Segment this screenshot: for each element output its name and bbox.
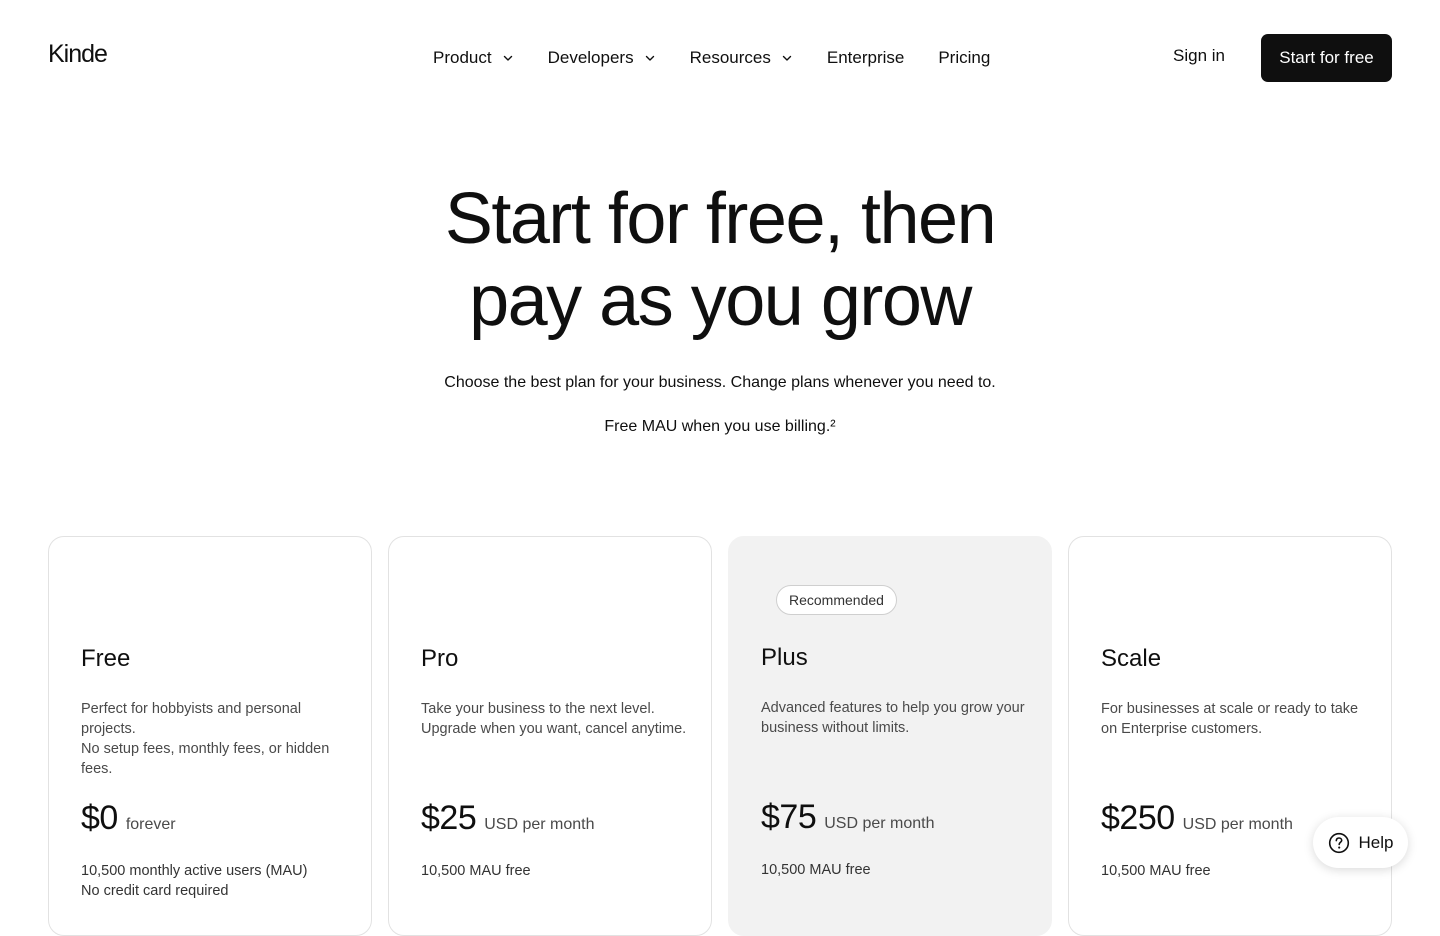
plan-price: $0	[81, 799, 118, 837]
plan-description: Perfect for hobbyists and personal proje…	[81, 699, 351, 779]
help-label: Help	[1358, 832, 1394, 852]
plan-description: Advanced features to help you grow your …	[761, 698, 1031, 738]
chevron-down-icon	[503, 55, 512, 61]
nav-item-pricing[interactable]: Pricing	[938, 48, 990, 68]
plan-meta-line: 10,500 MAU free	[421, 863, 531, 879]
nav-item-enterprise[interactable]: Enterprise	[827, 48, 904, 68]
plan-price-row: $75 USD per month	[761, 798, 935, 837]
sign-in-link[interactable]: Sign in	[1173, 46, 1225, 66]
help-button[interactable]: Help	[1313, 817, 1408, 868]
plan-price: $25	[421, 799, 477, 837]
nav-item-product[interactable]: Product	[433, 48, 514, 68]
plan-price-unit: forever	[125, 816, 176, 833]
site-header: Kinde Product Developers Resources Enter…	[0, 0, 1440, 116]
nav-item-label: Developers	[547, 48, 634, 67]
plan-description-line: No setup fees, monthly fees, or hidden f…	[81, 741, 330, 777]
chevron-down-icon	[645, 55, 654, 61]
plan-meta: 10,500 monthly active users (MAU) No cre…	[81, 861, 351, 901]
plan-card-scale: Scale For businesses at scale or ready t…	[1068, 536, 1392, 936]
page-title: Start for free, then pay as you grow	[0, 178, 1440, 342]
billing-note: Free MAU when you use billing.²	[604, 418, 836, 435]
plan-price-unit: USD per month	[1182, 816, 1293, 833]
plan-card-free: Free Perfect for hobbyists and personal …	[48, 536, 372, 936]
plan-description-line: Take your business to the next level. Up…	[421, 701, 687, 737]
plan-price-row: $250 USD per month	[1101, 799, 1293, 838]
nav-item-label: Product	[433, 48, 492, 67]
chevron-down-icon	[782, 55, 792, 61]
kinde-logo[interactable]: Kinde	[48, 40, 108, 69]
plan-price-row: $0 forever	[81, 799, 176, 838]
nav-item-resources[interactable]: Resources	[690, 48, 793, 68]
plan-price-unit: USD per month	[824, 815, 935, 832]
nav-item-label: Enterprise	[826, 48, 905, 67]
plan-card-pro: Pro Take your business to the next level…	[388, 536, 712, 936]
page-title-line: pay as you grow	[469, 261, 972, 341]
plan-meta: 10,500 MAU free	[761, 860, 1031, 880]
question-circle-icon	[1328, 832, 1349, 853]
plan-name: Free	[81, 645, 131, 672]
plan-meta-line: No credit card required	[81, 883, 229, 899]
plan-description-line: Advanced features to help you grow your …	[761, 700, 1025, 736]
nav-item-label: Resources	[689, 48, 771, 67]
plan-price: $250	[1101, 799, 1175, 837]
plan-description: For businesses at scale or ready to take…	[1101, 699, 1371, 739]
nav-item-label: Pricing	[938, 48, 991, 67]
page-subtitle: Choose the best plan for your business. …	[444, 374, 996, 391]
main-nav: Product Developers Resources Enterprise …	[433, 44, 1024, 72]
plan-description-line: For businesses at scale or ready to take…	[1101, 701, 1359, 737]
plan-name: Plus	[761, 644, 808, 671]
plan-name: Scale	[1101, 645, 1162, 672]
plan-name: Pro	[421, 645, 459, 672]
recommended-badge: Recommended	[776, 585, 897, 615]
plan-price-row: $25 USD per month	[421, 799, 595, 838]
nav-item-developers[interactable]: Developers	[548, 48, 656, 68]
plan-price-unit: USD per month	[484, 816, 595, 833]
plan-price: $75	[761, 798, 817, 836]
plan-description-line: Perfect for hobbyists and personal proje…	[81, 701, 302, 737]
plan-meta-line: 10,500 MAU free	[761, 862, 871, 878]
start-for-free-button[interactable]: Start for free	[1261, 34, 1392, 82]
plan-meta: 10,500 MAU free	[421, 861, 691, 881]
plan-description: Take your business to the next level. Up…	[421, 699, 691, 739]
plan-meta-line: 10,500 monthly active users (MAU)	[81, 863, 308, 879]
plan-card-plus: Recommended Plus Advanced features to he…	[728, 536, 1052, 936]
page-title-line: Start for free, then	[444, 179, 997, 259]
